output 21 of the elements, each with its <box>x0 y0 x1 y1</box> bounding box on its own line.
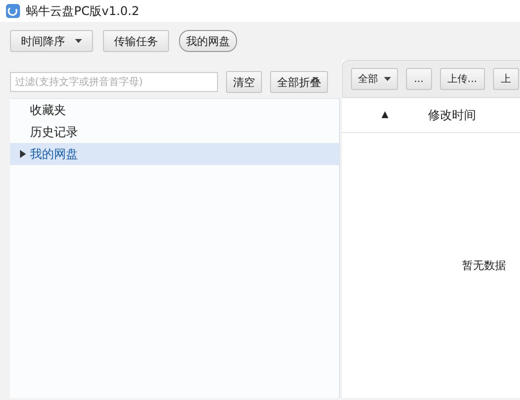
tree-item[interactable]: 历史记录 <box>10 121 339 143</box>
toolbar-button[interactable]: 上传... <box>440 68 486 90</box>
toolbar-button[interactable]: 上 <box>493 68 520 90</box>
caret-icon <box>75 39 82 43</box>
toolbar-button[interactable]: 全部折叠 <box>270 71 328 93</box>
filter-field[interactable]: 过滤(支持文字或拼音首字母) <box>10 72 218 92</box>
app-logo-icon <box>6 4 20 18</box>
tab-button[interactable]: 我的网盘 <box>179 30 237 52</box>
tree-item[interactable]: 收藏夹 <box>10 99 339 121</box>
toolbar-button[interactable]: ... <box>406 68 432 90</box>
caret-icon <box>384 77 391 81</box>
toolbar-button[interactable]: 清空 <box>226 71 262 93</box>
window-title: 蜗牛云盘PC版v1.0.2 <box>26 2 140 20</box>
tree-item[interactable]: 我的网盘 <box>10 143 339 165</box>
dropdown-button[interactable]: 时间降序 <box>10 30 93 52</box>
toolbar-button[interactable]: 传输任务 <box>103 30 169 52</box>
empty-message: 暂无数据 <box>462 258 506 273</box>
column-header[interactable]: 修改时间 <box>428 106 476 124</box>
column-header[interactable]: ▲ <box>342 110 428 120</box>
expand-arrow-icon[interactable] <box>20 150 26 158</box>
dropdown-button[interactable]: 全部 <box>351 68 398 90</box>
